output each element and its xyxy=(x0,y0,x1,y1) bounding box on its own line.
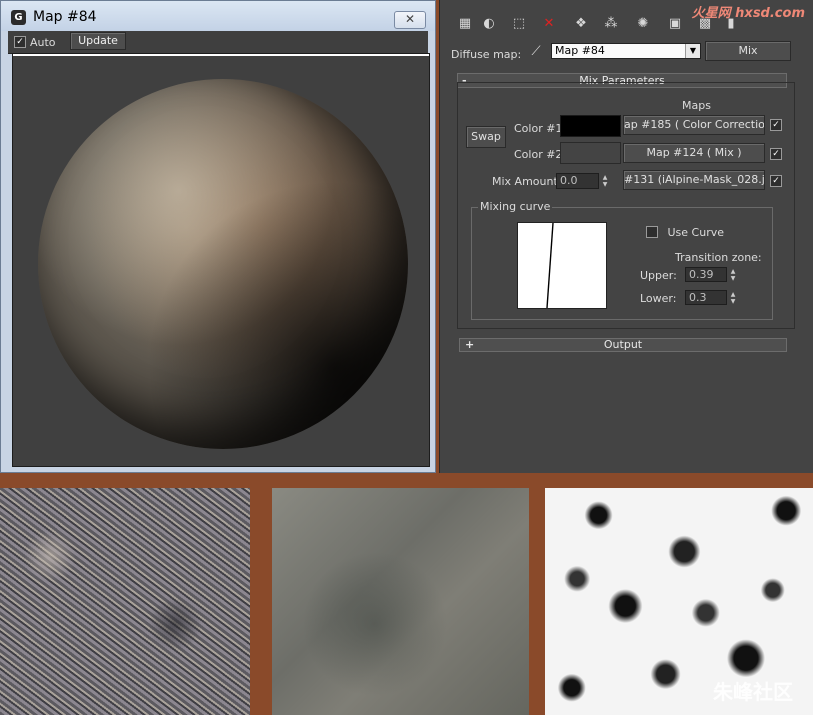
map-name-dropdown[interactable]: Map #84 ▼ xyxy=(551,43,701,59)
map3-button[interactable]: #131 (iAlpine-Mask_028.jpg) xyxy=(623,170,765,190)
preview-toolbar: ✓ Auto Update xyxy=(8,31,428,54)
upper-spinner[interactable]: 0.39 ▲ ▼ xyxy=(685,267,735,282)
maps-heading: Maps xyxy=(682,99,711,112)
close-button[interactable]: ✕ xyxy=(394,11,426,29)
use-curve-label: Use Curve xyxy=(667,225,725,239)
upper-label: Upper: xyxy=(640,269,677,282)
checkbox-icon xyxy=(646,226,658,238)
output-rollout[interactable]: + Output xyxy=(459,338,787,352)
mixing-curve-legend: Mixing curve xyxy=(478,200,553,213)
color2-label: Color #2 xyxy=(514,148,563,161)
auto-label: Auto xyxy=(30,35,56,49)
preview-sphere xyxy=(38,79,408,449)
mixing-curve-graph xyxy=(517,222,607,309)
material-toolbar: ▦ ◐ ⬚ ✕ ❖ ⁂ ✺ ▣ ▩ ▮ 火星网 hxsd.com xyxy=(440,0,813,38)
delete-icon[interactable]: ✕ xyxy=(538,13,560,35)
map1-enable-checkbox[interactable]: ✓ xyxy=(770,119,782,131)
map3-enable-checkbox[interactable]: ✓ xyxy=(770,175,782,187)
close-icon: ✕ xyxy=(404,12,416,26)
color2-swatch[interactable] xyxy=(560,142,621,164)
transition-zone-label: Transition zone: xyxy=(675,251,762,264)
mix-parameters-body: Maps Swap Color #1 ap #185 ( Color Corre… xyxy=(457,82,795,329)
lower-spinner[interactable]: 0.3 ▲ ▼ xyxy=(685,290,735,305)
sphere-icon[interactable]: ⁂ xyxy=(600,13,622,35)
map2-button[interactable]: Map #124 ( Mix ) xyxy=(623,143,765,163)
use-curve-checkbox[interactable]: Use Curve xyxy=(646,225,724,239)
copy-icon[interactable]: ❖ xyxy=(570,13,592,35)
upper-value: 0.39 xyxy=(689,268,714,281)
assign-icon[interactable]: ⬚ xyxy=(508,13,530,35)
map-name-value: Map #84 xyxy=(555,44,605,57)
expand-toggle: + xyxy=(465,338,475,351)
color1-swatch[interactable] xyxy=(560,115,621,137)
material-preview-viewport xyxy=(12,53,430,467)
chevron-down-icon: ▼ xyxy=(685,44,700,58)
stone-texture-image xyxy=(272,488,529,715)
checker-icon[interactable]: ▦ xyxy=(454,13,476,35)
diffuse-map-label: Diffuse map: xyxy=(451,48,522,61)
map2-enable-checkbox[interactable]: ✓ xyxy=(770,148,782,160)
granite-texture-image xyxy=(0,488,250,715)
map1-button[interactable]: ap #185 ( Color Correction ) xyxy=(623,115,765,135)
material-editor-panel: ▦ ◐ ⬚ ✕ ❖ ⁂ ✺ ▣ ▩ ▮ 火星网 hxsd.com Diffuse… xyxy=(439,0,813,473)
output-title: Output xyxy=(603,338,643,351)
map-type-button[interactable]: Mix xyxy=(705,41,791,61)
curve-line xyxy=(546,222,554,309)
update-button[interactable]: Update xyxy=(70,32,126,50)
mix-amount-spinner[interactable]: 0.0 ▲ ▼ xyxy=(556,173,607,189)
shader-icon[interactable]: ◐ xyxy=(478,13,500,35)
map-preview-window: G Map #84 ✕ ✓ Auto Update xyxy=(0,0,436,473)
preview-icon[interactable]: ▣ xyxy=(664,13,686,35)
check-icon: ✓ xyxy=(14,36,26,48)
lower-label: Lower: xyxy=(640,292,677,305)
eyedropper-icon[interactable]: ⟋ xyxy=(525,41,547,63)
app-icon: G xyxy=(11,10,26,25)
spinner-arrows-icon[interactable]: ▲ ▼ xyxy=(728,268,738,282)
spinner-arrows-icon[interactable]: ▲ ▼ xyxy=(728,291,738,305)
material-icon[interactable]: ✺ xyxy=(632,13,654,35)
mix-amount-value: 0.0 xyxy=(560,174,578,187)
alpine-mask-image: 朱峰社区 xyxy=(545,488,813,715)
auto-checkbox[interactable]: ✓ Auto xyxy=(14,35,56,49)
window-title: Map #84 xyxy=(33,9,97,25)
title-bar[interactable]: G Map #84 ✕ xyxy=(1,1,435,31)
spinner-arrows-icon[interactable]: ▲ ▼ xyxy=(600,174,610,188)
color1-label: Color #1 xyxy=(514,122,563,135)
site-logo: 火星网 hxsd.com xyxy=(691,6,805,21)
mix-amount-label: Mix Amount: xyxy=(492,175,562,188)
watermark: 朱峰社区 xyxy=(713,680,793,704)
lower-value: 0.3 xyxy=(689,291,707,304)
mixing-curve-group: Mixing curve Use Curve Transition zone: … xyxy=(471,200,773,320)
swap-button[interactable]: Swap xyxy=(466,126,506,148)
